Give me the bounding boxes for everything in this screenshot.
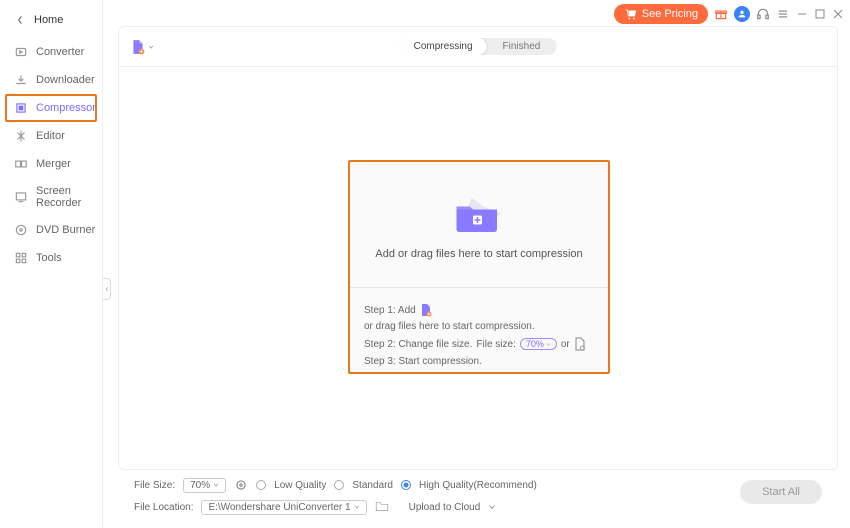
sidebar-item-label: Downloader [36,74,95,86]
sidebar-item-editor[interactable]: Editor [0,122,102,150]
back-home[interactable]: Home [0,0,102,38]
radio-high[interactable] [401,480,411,490]
sidebar-item-label: Editor [36,130,65,142]
sidebar-item-label: Converter [36,46,84,58]
tab-segment: Compressing Finished [400,38,557,55]
dropzone[interactable]: Add or drag files here to start compress… [348,160,610,374]
converter-icon [14,45,28,59]
see-pricing-label: See Pricing [642,8,698,20]
start-all-button[interactable]: Start All [740,480,822,504]
q-low: Low Quality [274,480,326,491]
file-location-select[interactable]: E:\Wondershare UniConverter 1 [201,500,366,515]
main-toolbar: Compressing Finished [119,27,837,67]
home-label: Home [34,14,63,26]
q-std: Standard [352,480,393,491]
sidebar-item-converter[interactable]: Converter [0,38,102,66]
dvd-burner-icon [14,223,28,237]
step3: Step 3: Start compression. [364,356,482,367]
sidebar-item-label: DVD Burner [36,224,95,236]
file-settings-icon [574,337,586,351]
headset-icon[interactable] [756,7,770,21]
chevron-down-icon[interactable] [488,503,496,511]
dropzone-steps: Step 1: Add or drag files here to start … [350,288,608,382]
merger-icon [14,157,28,171]
screen-recorder-icon [14,190,28,204]
step2-a: Step 2: Change file size. [364,339,472,350]
tools-icon [14,251,28,265]
window-maximize-icon[interactable] [814,8,826,20]
window-minimize-icon[interactable] [796,8,808,20]
folder-area: Add or drag files here to start compress… [350,162,608,288]
cart-icon [624,7,638,21]
file-location-label: File Location: [134,502,193,513]
chevron-down-icon [148,44,154,50]
file-size-label: File Size: [134,480,175,491]
upload-cloud-label: Upload to Cloud [409,502,481,513]
file-size-select[interactable]: 70% [183,478,226,493]
sidebar-item-label: Merger [36,158,71,170]
downloader-icon [14,73,28,87]
sidebar-item-label: Screen Recorder [36,185,96,209]
sidebar-item-downloader[interactable]: Downloader [0,66,102,94]
top-bar: See Pricing [614,4,844,24]
bottom-bar: File Size: 70% Low Quality Standard High… [118,474,838,518]
sidebar-collapse-button[interactable] [103,278,111,300]
settings-icon[interactable] [234,478,248,492]
sidebar: Home Converter Downloader Compressor Edi… [0,0,103,528]
file-add-icon [420,303,432,317]
editor-icon [14,129,28,143]
sidebar-item-merger[interactable]: Merger [0,150,102,178]
step2-b: File size: [476,339,515,350]
compressor-icon [14,101,28,115]
folder-add-icon [449,190,509,238]
open-folder-icon[interactable] [375,500,389,515]
step2-select[interactable]: 70% [520,338,557,350]
radio-low[interactable] [256,480,266,490]
sidebar-item-screen-recorder[interactable]: Screen Recorder [0,178,102,216]
step1-b: or drag files here to start compression. [364,321,535,332]
dropzone-prompt: Add or drag files here to start compress… [375,248,582,260]
sidebar-item-dvd-burner[interactable]: DVD Burner [0,216,102,244]
sidebar-item-label: Tools [36,252,62,264]
tab-finished[interactable]: Finished [487,38,557,55]
sidebar-item-compressor[interactable]: Compressor [5,94,97,122]
tab-compressing[interactable]: Compressing [400,38,488,55]
gift-icon[interactable] [714,7,728,21]
user-icon[interactable] [734,6,750,22]
add-file-button[interactable] [131,39,154,55]
sidebar-item-tools[interactable]: Tools [0,244,102,272]
step2-or: or [561,339,570,350]
q-high: High Quality(Recommend) [419,480,537,491]
sidebar-item-label: Compressor [36,102,96,114]
step1-a: Step 1: Add [364,305,416,316]
radio-standard[interactable] [334,480,344,490]
see-pricing-button[interactable]: See Pricing [614,4,708,24]
menu-icon[interactable] [776,7,790,21]
window-close-icon[interactable] [832,8,844,20]
